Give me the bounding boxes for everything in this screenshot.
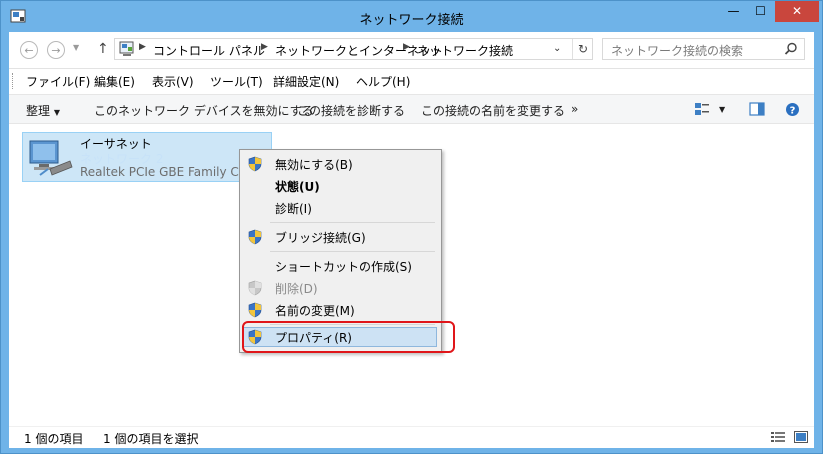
- menu-file[interactable]: ファイル(F): [26, 73, 90, 90]
- preview-pane-icon[interactable]: [749, 102, 765, 116]
- breadcrumb-separator[interactable]: ▶: [261, 42, 268, 52]
- more-commands-button[interactable]: »: [571, 102, 578, 116]
- ctx-delete[interactable]: 削除(D): [240, 277, 441, 299]
- ctx-bridge-label: ブリッジ接続(G): [275, 231, 366, 245]
- forward-button[interactable]: →: [47, 41, 65, 59]
- address-dropdown-icon[interactable]: ⌄: [553, 43, 561, 54]
- title-bar[interactable]: ネットワーク接続 — ☐ ✕: [1, 1, 822, 33]
- breadcrumb-network-connections[interactable]: ネットワーク接続: [417, 42, 513, 59]
- uac-shield-icon: [248, 302, 262, 318]
- uac-shield-icon: [248, 229, 262, 245]
- item-count: 1 個の項目: [24, 432, 84, 446]
- ctx-shortcut[interactable]: ショートカットの作成(S): [240, 255, 441, 277]
- control-panel-icon: [119, 41, 134, 56]
- ctx-bridge[interactable]: ブリッジ接続(G): [240, 226, 441, 248]
- command-bar: 整理 ▼ このネットワーク デバイスを無効にする この接続を診断する この接続の…: [9, 94, 814, 124]
- status-bar: 1 個の項目 1 個の項目を選択: [9, 426, 814, 448]
- menu-advanced[interactable]: 詳細設定(N): [273, 73, 339, 90]
- search-box[interactable]: ネットワーク接続の検索: [602, 38, 805, 60]
- menu-tools[interactable]: ツール(T): [210, 73, 263, 90]
- disable-device-button[interactable]: このネットワーク デバイスを無効にする: [94, 102, 314, 119]
- ctx-diagnose-label: 診断(I): [275, 202, 312, 216]
- uac-shield-icon: [248, 156, 262, 172]
- breadcrumb-separator[interactable]: ▶: [139, 42, 146, 52]
- ctx-separator: [270, 222, 435, 223]
- window-title: ネットワーク接続: [359, 13, 464, 28]
- rename-button[interactable]: この接続の名前を変更する: [421, 102, 565, 119]
- menu-edit[interactable]: 編集(E): [94, 73, 135, 90]
- ctx-diagnose[interactable]: 診断(I): [240, 197, 441, 219]
- change-view-icon[interactable]: [694, 102, 710, 116]
- menubar-grip[interactable]: [12, 73, 16, 89]
- recent-locations-dropdown[interactable]: ▼: [73, 43, 79, 52]
- organize-label: 整理: [26, 104, 51, 118]
- svg-text:?: ?: [790, 106, 796, 117]
- details-view-icon[interactable]: [771, 431, 785, 443]
- ctx-separator: [270, 251, 435, 252]
- diagnose-button[interactable]: この接続を診断する: [297, 102, 405, 119]
- ctx-status[interactable]: 状態(U): [240, 175, 441, 197]
- ctx-delete-label: 削除(D): [275, 282, 318, 296]
- refresh-button[interactable]: ↻: [572, 39, 593, 59]
- network-adapter-icon: [29, 140, 73, 176]
- ctx-disable-label: 無効にする(B): [275, 158, 353, 172]
- maximize-button[interactable]: ☐: [747, 1, 774, 22]
- organize-button[interactable]: 整理 ▼: [26, 102, 60, 119]
- adapter-ethernet[interactable]: イーサネット ネットワーク 2 Realtek PCIe GBE Family …: [22, 132, 272, 182]
- ctx-rename[interactable]: 名前の変更(M): [240, 299, 441, 321]
- large-icons-view-icon[interactable]: [794, 431, 808, 443]
- close-button[interactable]: ✕: [775, 1, 819, 22]
- help-icon[interactable]: ?: [785, 102, 800, 117]
- explorer-window: ネットワーク接続 — ☐ ✕ ← → ▼ ↑ ▶ コントロール パネル ▶ ネッ…: [0, 0, 823, 454]
- adapter-device: Realtek PCIe GBE Family Con...: [80, 165, 266, 179]
- menu-view[interactable]: 表示(V): [152, 73, 194, 90]
- search-input[interactable]: ネットワーク接続の検索: [611, 42, 743, 59]
- breadcrumb-separator[interactable]: ▶: [403, 42, 410, 52]
- highlight-annotation: [242, 321, 455, 353]
- breadcrumb-control-panel[interactable]: コントロール パネル: [153, 42, 265, 59]
- minimize-button[interactable]: —: [720, 1, 747, 22]
- view-options-chevron-icon[interactable]: ▼: [719, 105, 725, 114]
- address-row: ← → ▼ ↑ ▶ コントロール パネル ▶ ネットワークとインターネット ▶ …: [9, 32, 814, 69]
- search-icon[interactable]: [784, 42, 798, 56]
- menu-bar: ファイル(F) 編集(E) 表示(V) ツール(T) 詳細設定(N) ヘルプ(H…: [9, 69, 814, 93]
- ctx-rename-label: 名前の変更(M): [275, 304, 355, 318]
- uac-shield-disabled-icon: [248, 280, 262, 296]
- ctx-status-label: 状態(U): [275, 180, 320, 194]
- ctx-disable[interactable]: 無効にする(B): [240, 153, 441, 175]
- up-button[interactable]: ↑: [97, 41, 109, 57]
- selection-count: 1 個の項目を選択: [103, 432, 199, 446]
- back-button[interactable]: ←: [20, 41, 38, 59]
- chevron-down-icon: ▼: [53, 108, 60, 117]
- ctx-shortcut-label: ショートカットの作成(S): [275, 260, 412, 274]
- menu-help[interactable]: ヘルプ(H): [356, 73, 410, 90]
- address-bar[interactable]: ▶ コントロール パネル ▶ ネットワークとインターネット ▶ ネットワーク接続…: [114, 38, 593, 60]
